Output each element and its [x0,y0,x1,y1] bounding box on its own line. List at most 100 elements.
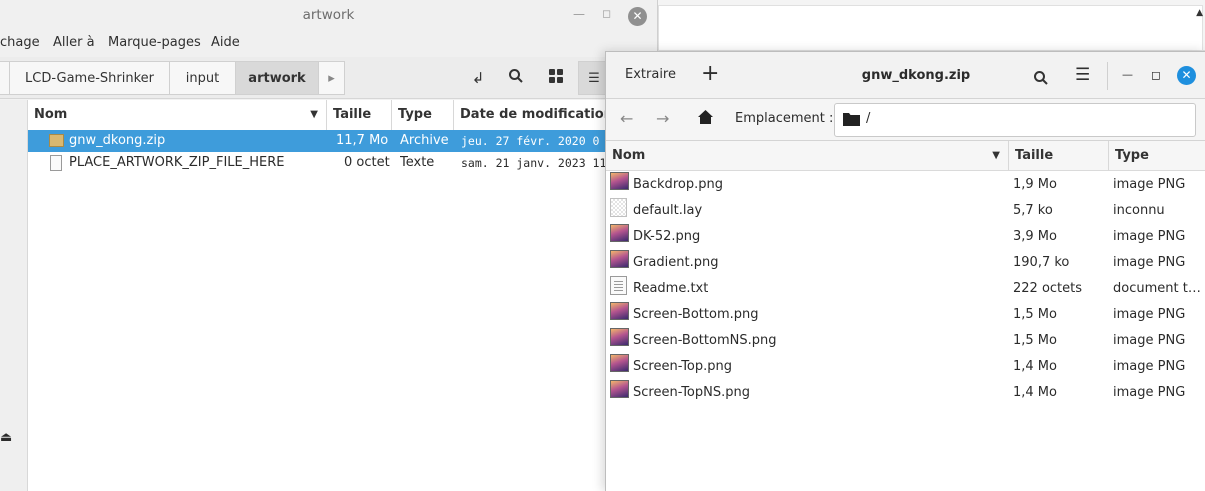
archive-row-readme[interactable]: Readme.txt 222 octets document te… [606,276,1205,302]
unknown-file-icon [610,198,627,217]
extract-button[interactable]: Extraire [625,60,676,90]
breadcrumb-forward-arrow[interactable]: ▸ [318,61,345,95]
location-label: Emplacement : [735,111,834,126]
grid-view-icon[interactable] [546,68,566,88]
column-header-name[interactable]: Nom ▼ [28,100,327,130]
archive-row-screen-top[interactable]: Screen-Top.png 1,4 Mo image PNG [606,354,1205,380]
column-header-type[interactable]: Type [1109,141,1205,171]
file-name: Backdrop.png [633,177,723,192]
menu-icon[interactable]: ☰ [1075,60,1090,90]
file-type: Texte [400,155,435,170]
archive-row-screen-bottomns[interactable]: Screen-BottomNS.png 1,5 Mo image PNG [606,328,1205,354]
zip-archive-icon [49,134,64,147]
header-bar: Extraire + gnw_dkong.zip ☰ — ◻ ✕ [606,52,1205,99]
png-image-icon [610,302,629,320]
file-type: image PNG [1113,255,1186,270]
file-size: 0 octet [344,155,390,170]
file-date: sam. 21 janv. 2023 11 [461,156,607,170]
archive-row-screen-bottom[interactable]: Screen-Bottom.png 1,5 Mo image PNG [606,302,1205,328]
file-list: Nom ▼ Taille Type Date de modification g… [28,100,657,491]
file-size: 3,9 Mo [1013,229,1057,244]
png-image-icon [610,224,629,242]
file-size: 1,4 Mo [1013,359,1057,374]
back-arrow-icon[interactable]: ← [620,109,633,128]
file-name: Gradient.png [633,255,719,270]
file-size: 1,5 Mo [1013,333,1057,348]
file-name: Screen-TopNS.png [633,385,750,400]
png-image-icon [610,354,629,372]
folder-icon [843,112,860,130]
archive-file-list: Nom ▼ Taille Type Backdrop.png 1,9 Mo im… [606,141,1205,491]
file-row-gnw-dkong[interactable]: gnw_dkong.zip 11,7 Mo Archive jeu. 27 fé… [28,130,657,152]
column-header-size[interactable]: Taille [327,100,392,130]
forward-arrow-icon[interactable]: → [656,109,669,128]
column-label-name: Nom [612,148,646,163]
file-name: Screen-BottomNS.png [633,333,777,348]
file-size: 11,7 Mo [336,133,389,148]
close-button[interactable]: ✕ [1177,66,1196,85]
archive-row-dk52[interactable]: DK-52.png 3,9 Mo image PNG [606,224,1205,250]
minimize-button[interactable]: — [573,7,585,21]
toolbar: LCD-Game-Shrinker input artwork ▸ ↲ ☰ [0,57,657,99]
archive-row-backdrop[interactable]: Backdrop.png 1,9 Mo image PNG [606,172,1205,198]
archive-row-screen-topns[interactable]: Screen-TopNS.png 1,4 Mo image PNG [606,380,1205,406]
png-image-icon [610,328,629,346]
maximize-button[interactable]: ◻ [602,7,611,20]
location-field[interactable]: / [834,103,1196,137]
file-type: inconnu [1113,203,1165,218]
archive-manager-window: Extraire + gnw_dkong.zip ☰ — ◻ ✕ ← → Emp… [605,51,1205,491]
menu-item-go[interactable]: Aller à [53,35,95,50]
breadcrumb-artwork[interactable]: artwork [235,61,319,95]
sort-down-icon: ▼ [310,109,318,120]
breadcrumb-input[interactable]: input [169,61,236,95]
file-type: image PNG [1113,359,1186,374]
file-size: 1,9 Mo [1013,177,1057,192]
file-name: Screen-Top.png [633,359,733,374]
breadcrumb-lcd-game-shrinker[interactable]: LCD-Game-Shrinker [9,61,170,95]
background-window: ▲ [658,0,1205,51]
file-manager-window: artwork — ◻ ✕ chage Aller à Marque-pages… [0,0,658,491]
text-file-icon [610,276,627,295]
add-files-icon[interactable]: + [701,60,719,90]
png-image-icon [610,380,629,398]
file-name: gnw_dkong.zip [69,133,166,148]
file-type: image PNG [1113,229,1186,244]
png-image-icon [610,172,629,190]
menu-item-bookmarks[interactable]: Marque-pages [108,35,201,50]
file-name: Screen-Bottom.png [633,307,759,322]
file-row-place-artwork[interactable]: PLACE_ARTWORK_ZIP_FILE_HERE 0 octet Text… [28,152,657,174]
file-type: image PNG [1113,385,1186,400]
file-type: document te… [1113,281,1205,296]
eject-icon[interactable]: ⏏ [0,430,12,445]
file-size: 1,5 Mo [1013,307,1057,322]
column-header-size[interactable]: Taille [1009,141,1109,171]
location-path: / [866,111,871,126]
search-icon[interactable] [1033,68,1049,85]
column-header-type[interactable]: Type [392,100,454,130]
file-size: 222 octets [1013,281,1083,296]
archive-row-default-lay[interactable]: default.lay 5,7 ko inconnu [606,198,1205,224]
archive-row-gradient[interactable]: Gradient.png 190,7 ko image PNG [606,250,1205,276]
file-name: PLACE_ARTWORK_ZIP_FILE_HERE [69,155,285,170]
list-view-icon: ☰ [588,71,600,86]
open-terminal-icon[interactable]: ↲ [468,68,488,88]
window-title: gnw_dkong.zip [861,68,971,83]
scroll-up-icon[interactable]: ▲ [1196,8,1203,18]
home-icon[interactable] [697,109,714,129]
close-button[interactable]: ✕ [628,7,647,26]
minimize-button[interactable]: — [1122,60,1133,90]
menu-item-help[interactable]: Aide [211,35,240,50]
maximize-button[interactable]: ◻ [1151,60,1161,90]
file-type: image PNG [1113,177,1186,192]
search-icon[interactable] [506,68,526,88]
menu-item-view[interactable]: chage [0,35,40,50]
file-date: jeu. 27 févr. 2020 0 [461,134,600,148]
sidebar: ⏏ [0,100,28,491]
close-icon: ✕ [1181,68,1192,82]
text-file-icon [50,155,62,171]
column-header-name[interactable]: Nom ▼ [606,141,1009,171]
column-label-name: Nom [34,107,68,122]
file-type: Archive [400,133,449,148]
file-size: 1,4 Mo [1013,385,1057,400]
png-image-icon [610,250,629,268]
